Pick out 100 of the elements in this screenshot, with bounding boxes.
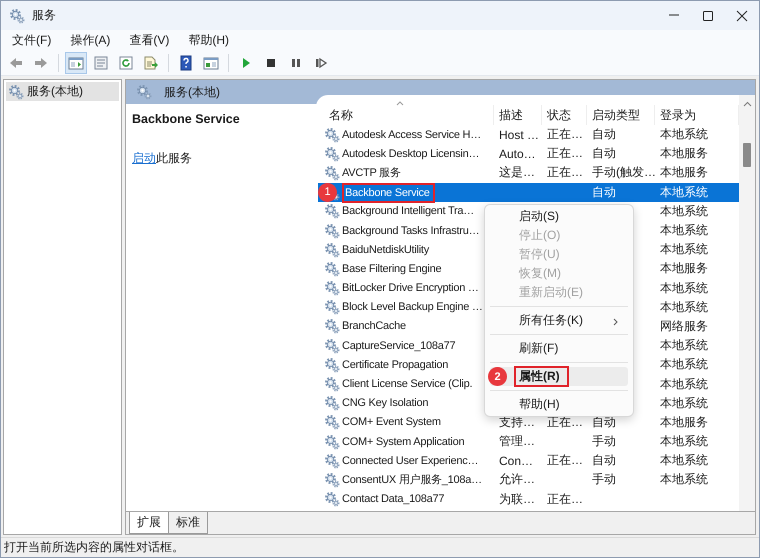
- status-text: 打开当前所选内容的属性对话框。: [4, 539, 184, 556]
- refresh-icon[interactable]: [118, 54, 134, 70]
- scroll-up-icon[interactable]: [743, 101, 752, 107]
- service-name[interactable]: Connected User Experienc…: [342, 454, 478, 467]
- table-cell: 本地系统: [660, 204, 708, 218]
- service-name[interactable]: Block Level Backup Engine …: [342, 301, 483, 314]
- table-cell: 手动: [592, 434, 616, 448]
- column-header[interactable]: 状态: [542, 105, 587, 125]
- tree-item[interactable]: 服务(本地): [6, 82, 119, 101]
- service-name[interactable]: CaptureService_108a77: [342, 340, 456, 352]
- gears-icon: [324, 126, 340, 143]
- column-header[interactable]: 启动类型: [587, 105, 655, 125]
- column-header[interactable]: 描述: [494, 105, 542, 125]
- table-cell: 管理…: [499, 434, 535, 448]
- close-icon[interactable]: [736, 10, 748, 22]
- table-cell: 本地系统: [660, 242, 708, 256]
- table-cell: Host …: [499, 128, 540, 142]
- service-name[interactable]: BitLocker Drive Encryption …: [342, 282, 479, 294]
- service-name[interactable]: BaiduNetdiskUtility: [342, 244, 429, 256]
- view-tab[interactable]: 标准: [168, 512, 208, 534]
- service-name[interactable]: Autodesk Desktop Licensin…: [342, 148, 480, 160]
- service-name[interactable]: AVCTP 服务: [342, 165, 401, 180]
- table-cell: 本地系统: [660, 472, 708, 486]
- menu-item[interactable]: 2 属性(R): [490, 367, 628, 386]
- service-name[interactable]: Contact Data_108a77: [342, 493, 444, 506]
- gears-icon: [324, 338, 340, 354]
- column-header[interactable]: 名称: [324, 105, 494, 125]
- table-cell: 支持…: [499, 414, 535, 429]
- service-name[interactable]: COM+ System Application: [342, 436, 464, 448]
- help-icon[interactable]: [178, 54, 194, 70]
- table-cell: Con…: [499, 454, 534, 468]
- table-cell: 正在…: [547, 453, 583, 468]
- gears-icon: [136, 84, 152, 100]
- service-name[interactable]: Base Filtering Engine: [342, 262, 442, 275]
- panel-icon: [68, 54, 84, 70]
- service-name[interactable]: Certificate Propagation: [342, 358, 448, 371]
- service-name[interactable]: CNG Key Isolation: [342, 397, 428, 410]
- table-cell: 本地服务: [660, 146, 708, 160]
- view-tab[interactable]: 扩展: [129, 512, 169, 534]
- menu-item[interactable]: 文件(F): [5, 32, 58, 48]
- pane-icon[interactable]: [203, 54, 219, 70]
- table-cell: 本地系统: [660, 376, 708, 391]
- table-cell: 本地系统: [660, 127, 708, 142]
- properties-icon[interactable]: [93, 54, 109, 70]
- service-name[interactable]: ConsentUX 用户服务_108a…: [342, 472, 482, 488]
- gears-icon: [324, 164, 340, 181]
- gears-icon: [324, 203, 340, 220]
- service-name[interactable]: Backbone Service: [345, 186, 430, 199]
- table-cell: 自动: [592, 414, 616, 429]
- table-cell: 正在…: [547, 165, 583, 180]
- gears-icon: [9, 8, 25, 24]
- gears-icon: [324, 452, 340, 469]
- start-link[interactable]: 启动: [132, 151, 156, 165]
- table-cell: 正在…: [547, 146, 583, 160]
- menu-item[interactable]: 所有任务(K): [490, 311, 628, 330]
- menu-item[interactable]: 帮助(H): [181, 32, 236, 48]
- scroll-thumb[interactable]: [743, 143, 751, 167]
- gears-icon: [324, 260, 340, 277]
- service-name[interactable]: Client License Service (Clip.: [342, 378, 472, 390]
- table-cell: 本地系统: [660, 453, 708, 468]
- table-cell: 正在…: [547, 414, 583, 429]
- service-name[interactable]: Background Tasks Infrastru…: [342, 224, 480, 237]
- table-cell: 本地服务: [660, 165, 708, 180]
- table-cell: 本地系统: [660, 396, 708, 410]
- menu-item[interactable]: 刷新(F): [490, 339, 628, 358]
- gears-icon: [324, 242, 340, 258]
- service-name[interactable]: COM+ Event System: [342, 416, 441, 428]
- table-cell: 本地系统: [660, 357, 708, 372]
- gears-icon: [324, 280, 340, 296]
- menu-item[interactable]: 操作(A): [63, 32, 118, 48]
- menu-item[interactable]: 启动(S): [490, 207, 628, 226]
- gears-icon: [324, 434, 340, 450]
- export-icon[interactable]: [143, 54, 159, 70]
- maximize-icon[interactable]: [702, 10, 714, 22]
- table-cell: Auto…: [499, 146, 536, 161]
- gears-icon: [324, 376, 340, 392]
- gears-icon: [324, 491, 340, 508]
- table-cell: 自动: [592, 146, 616, 160]
- table-cell: 手动: [592, 472, 616, 486]
- service-name[interactable]: BranchCache: [342, 320, 406, 332]
- tree-toggle-button[interactable]: [65, 52, 87, 74]
- menu-item[interactable]: 查看(V): [122, 32, 176, 48]
- table-cell: 自动: [592, 185, 616, 200]
- sort-caret-icon: [396, 101, 404, 106]
- gears-icon: [324, 318, 340, 334]
- service-name[interactable]: Autodesk Access Service H…: [342, 128, 482, 141]
- table-cell: 本地系统: [660, 223, 708, 238]
- step-badge: 2: [488, 367, 507, 386]
- gears-icon: [324, 356, 340, 373]
- gears-icon: [324, 299, 340, 316]
- service-name[interactable]: Background Intelligent Tra…: [342, 205, 474, 218]
- action-text: 启动此服务: [132, 150, 193, 167]
- table-cell: 本地系统: [660, 338, 708, 352]
- highlight-frame: [514, 366, 569, 387]
- gears-icon: [324, 414, 340, 430]
- table-cell: 为联…: [499, 492, 535, 506]
- gears-icon: [324, 472, 340, 488]
- table-cell: 自动: [592, 453, 616, 468]
- table-cell: 本地服务: [660, 414, 708, 429]
- menu-item[interactable]: 帮助(H): [490, 395, 628, 414]
